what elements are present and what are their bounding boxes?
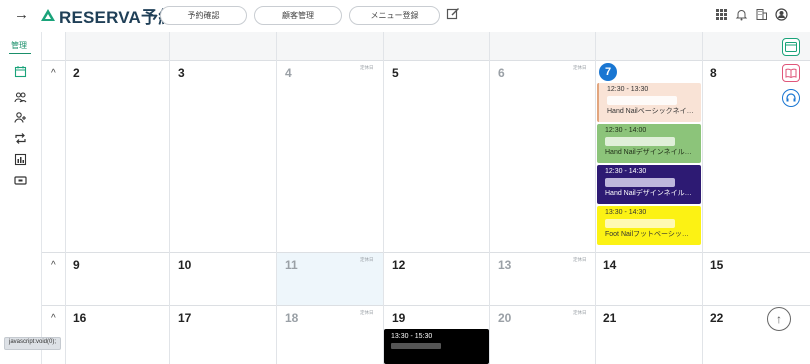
day-number[interactable]: 6 <box>498 66 505 80</box>
top-bar: → RESERVA予約 予約確認 顧客管理 メニュー登録 <box>0 0 810 32</box>
user-add-icon[interactable] <box>14 111 27 124</box>
reservation-menu: Hand Nailデザインネイル… <box>605 149 692 156</box>
window-icon[interactable] <box>782 38 800 56</box>
chart-icon[interactable] <box>14 153 27 166</box>
users-icon[interactable] <box>14 91 27 104</box>
day-number[interactable]: 18 <box>285 311 298 325</box>
customer-name-redacted <box>605 219 675 228</box>
sidebar-label-underline <box>9 53 31 54</box>
reservation-time: 13:30 - 15:30 <box>391 333 433 340</box>
day-number[interactable]: 3 <box>178 66 185 80</box>
calendar-icon[interactable] <box>14 65 27 78</box>
customer-name-redacted <box>391 343 441 349</box>
reservation-card[interactable]: 13:30 - 14:30 Foot Nailフットベーシッ… <box>597 206 701 245</box>
repeat-icon[interactable] <box>14 132 27 145</box>
reservation-time: 12:30 - 13:30 <box>607 86 649 93</box>
sidebar: 管理 <box>0 32 42 364</box>
day-number[interactable]: 2 <box>73 66 80 80</box>
headset-icon[interactable] <box>782 89 800 107</box>
day-number[interactable]: 14 <box>603 258 616 272</box>
collapse-week-3-button[interactable]: ^ <box>51 313 56 324</box>
reservation-time: 13:30 - 14:30 <box>605 209 647 216</box>
day-number[interactable]: 19 <box>392 311 405 325</box>
reservation-time: 12:30 - 14:00 <box>605 127 647 134</box>
closed-day-label: 定休日 <box>360 257 374 262</box>
bell-icon[interactable] <box>735 8 748 21</box>
collapse-week-2-button[interactable]: ^ <box>51 260 56 271</box>
status-bar-link: javascript:void(0); <box>4 337 62 350</box>
calendar-header-row <box>65 32 810 60</box>
reservation-card[interactable]: 13:30 - 15:30 <box>384 329 489 364</box>
day-number[interactable]: 13 <box>498 258 511 272</box>
day-number[interactable]: 20 <box>498 311 511 325</box>
edit-icon[interactable] <box>446 7 460 21</box>
day-number[interactable]: 9 <box>73 258 80 272</box>
customer-name-redacted <box>607 96 677 105</box>
month-calendar: ^ ^ ^ 2 3 4 定休日 5 6 定休日 7 8 12:30 - 13:3… <box>42 32 810 364</box>
reservation-menu: Hand Nailデザインネイル… <box>605 190 692 197</box>
reservation-menu: Foot Nailフットベーシッ… <box>605 231 689 238</box>
reservation-card[interactable]: 12:30 - 14:00 Hand Nailデザインネイル… <box>597 124 701 163</box>
reservation-time: 12:30 - 14:30 <box>605 168 647 175</box>
nav-customers-button[interactable]: 顧客管理 <box>254 6 342 25</box>
sidebar-label: 管理 <box>11 41 27 50</box>
building-icon[interactable] <box>755 8 768 21</box>
day-number[interactable]: 17 <box>178 311 191 325</box>
day-number[interactable]: 22 <box>710 311 723 325</box>
collapse-week-1-button[interactable]: ^ <box>51 68 56 79</box>
customer-name-redacted <box>605 178 675 187</box>
reservation-card[interactable]: 12:30 - 14:30 Hand Nailデザインネイル… <box>597 165 701 204</box>
grid-icon[interactable] <box>715 8 728 21</box>
today-marker[interactable]: 7 <box>599 63 617 81</box>
logo-triangle-icon <box>41 9 55 21</box>
closed-day-label: 定休日 <box>573 310 587 315</box>
user-circle-icon[interactable] <box>775 8 788 21</box>
ticket-icon[interactable] <box>14 174 27 187</box>
arrow-right-icon[interactable]: → <box>14 6 29 23</box>
day-number[interactable]: 16 <box>73 311 86 325</box>
day-number[interactable]: 10 <box>178 258 191 272</box>
reservation-card[interactable]: 12:30 - 13:30 Hand Nailベーシックネイ… <box>597 83 701 122</box>
day-number[interactable]: 15 <box>710 258 723 272</box>
scroll-to-top-button[interactable]: ↑ <box>767 307 791 331</box>
day-number[interactable]: 11 <box>285 258 298 272</box>
day-number[interactable]: 12 <box>392 258 405 272</box>
closed-day-label: 定休日 <box>360 65 374 70</box>
reservation-menu: Hand Nailベーシックネイ… <box>607 108 694 115</box>
closed-day-label: 定休日 <box>360 310 374 315</box>
brand-name: RESERVA予約 <box>59 7 176 27</box>
closed-day-label: 定休日 <box>573 65 587 70</box>
closed-day-label: 定休日 <box>573 257 587 262</box>
day-number[interactable]: 8 <box>710 66 717 80</box>
book-icon[interactable] <box>782 64 800 82</box>
nav-menu-register-button[interactable]: メニュー登録 <box>349 6 440 25</box>
brand-logo[interactable]: RESERVA予約 <box>40 5 176 27</box>
day-number[interactable]: 21 <box>603 311 616 325</box>
customer-name-redacted <box>605 137 675 146</box>
day-number[interactable]: 4 <box>285 66 292 80</box>
day-number[interactable]: 5 <box>392 66 399 80</box>
nav-reservations-button[interactable]: 予約確認 <box>160 6 247 25</box>
